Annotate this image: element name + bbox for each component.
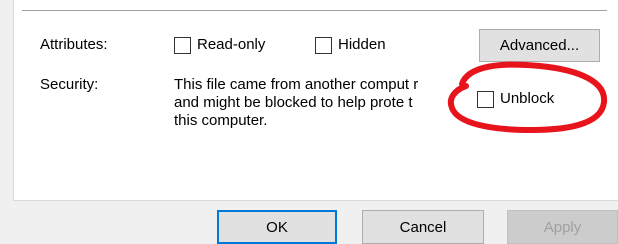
advanced-button[interactable]: Advanced... bbox=[479, 29, 600, 62]
readonly-checkbox[interactable]: Read-only bbox=[174, 36, 265, 54]
hidden-checkbox-box[interactable] bbox=[315, 36, 332, 54]
ok-button[interactable]: OK bbox=[217, 210, 337, 244]
security-message-line-3: this computer. bbox=[174, 112, 268, 129]
hidden-checkbox[interactable]: Hidden bbox=[315, 36, 386, 54]
section-divider bbox=[22, 10, 607, 11]
cancel-button[interactable]: Cancel bbox=[362, 210, 484, 244]
readonly-checkbox-box[interactable] bbox=[174, 36, 191, 54]
hidden-checkbox-label: Hidden bbox=[338, 36, 386, 53]
readonly-checkbox-label: Read-only bbox=[197, 36, 266, 53]
unblock-checkbox[interactable]: Unblock bbox=[477, 90, 554, 108]
security-message-line-2: and might be blocked to help prote t bbox=[174, 94, 413, 111]
unblock-checkbox-label: Unblock bbox=[500, 90, 555, 107]
security-label: Security: bbox=[40, 76, 99, 93]
security-message: This file came from another comput r and… bbox=[174, 76, 464, 130]
apply-button[interactable]: Apply bbox=[507, 210, 618, 244]
security-message-line-1: This file came from another comput r bbox=[174, 76, 419, 93]
unblock-checkbox-box[interactable] bbox=[477, 90, 494, 108]
attributes-label: Attributes: bbox=[40, 36, 108, 53]
